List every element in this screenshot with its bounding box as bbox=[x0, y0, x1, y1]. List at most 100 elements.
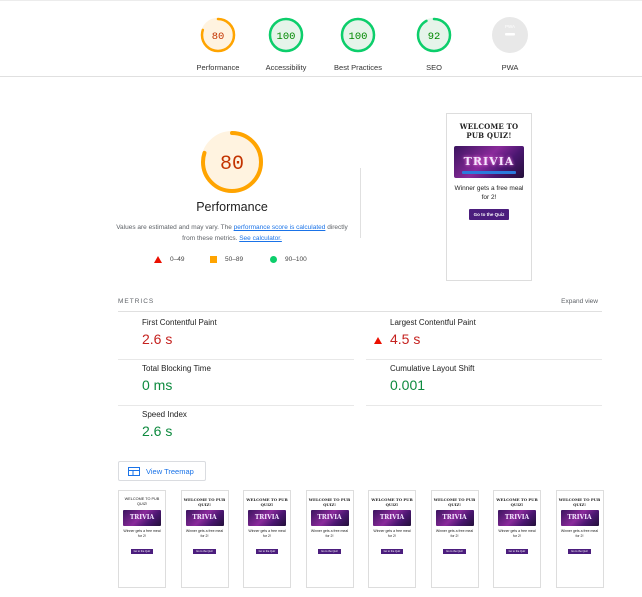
trivia-banner-image: TRIVIA bbox=[454, 146, 524, 178]
frame-banner-text: TRIVIA bbox=[379, 514, 405, 521]
frame-banner-image: TRIVIA bbox=[248, 510, 286, 526]
frame-body: Winner gets a free meal for 2! bbox=[248, 529, 286, 538]
performance-score-link[interactable]: performance score is calculated bbox=[234, 224, 326, 231]
frame-body: Winner gets a free meal for 2! bbox=[560, 529, 599, 538]
frame-button: Go to the Quiz bbox=[443, 549, 466, 554]
frame-button: Go to the Quiz bbox=[568, 549, 591, 554]
frame-button: Go to the Quiz bbox=[255, 549, 279, 554]
metric-name: Cumulative Layout Shift bbox=[390, 364, 475, 373]
divider bbox=[360, 168, 361, 238]
metric-value: 0 ms bbox=[142, 377, 173, 393]
gauge-accessibility[interactable]: 100 Accessibility bbox=[246, 15, 326, 72]
frame-button: Go to the Quiz bbox=[505, 549, 529, 554]
screenshot-button: Go to the Quiz bbox=[468, 209, 510, 220]
frame-body: Winner gets a free meal for 2! bbox=[498, 529, 536, 538]
frame-banner-image: TRIVIA bbox=[123, 510, 161, 526]
performance-description: Values are estimated and may vary. The p… bbox=[112, 222, 352, 244]
frame-heading: WELCOME TO PUB QUIZ! bbox=[558, 497, 601, 507]
frame-button: Go to the Quiz bbox=[318, 549, 341, 554]
square-icon bbox=[210, 256, 217, 263]
frame-banner-text: TRIVIA bbox=[567, 514, 592, 521]
treemap-icon bbox=[128, 466, 140, 476]
gauge-seo[interactable]: 92 SEO bbox=[394, 15, 474, 72]
frame-body: Winner gets a free meal for 2! bbox=[310, 529, 349, 538]
frame-banner-image: TRIVIA bbox=[560, 510, 599, 526]
gauge-score: 80 bbox=[212, 31, 225, 43]
metric-largest-contentful-paint: Largest Contentful Paint 4.5 s bbox=[366, 314, 602, 360]
frame-banner-text: TRIVIA bbox=[504, 514, 530, 521]
frame-banner-image: TRIVIA bbox=[435, 510, 474, 526]
legend-pass-label: 90–100 bbox=[285, 256, 307, 263]
frame-button: Go to the Quiz bbox=[130, 549, 154, 554]
performance-score: 80 bbox=[220, 153, 244, 176]
circle-icon bbox=[270, 256, 277, 263]
frame-heading: WELCOME TO PUB QUIZ! bbox=[183, 497, 226, 507]
gauge-label: PWA bbox=[501, 63, 519, 72]
filmstrip-frame: WELCOME TO PUB QUIZ! TRIVIA Winner gets … bbox=[180, 490, 229, 588]
triangle-icon bbox=[154, 256, 162, 263]
metrics-header: METRICS Expand view bbox=[118, 298, 602, 312]
filmstrip: WELCOME TO PUB QUIZ! TRIVIA Winner gets … bbox=[118, 490, 608, 590]
performance-gauge: 80 bbox=[198, 128, 266, 196]
view-treemap-label: View Treemap bbox=[146, 466, 194, 476]
legend-fail: 0–49 bbox=[154, 256, 184, 263]
gauge-score: 100 bbox=[349, 31, 368, 43]
frame-banner-image: TRIVIA bbox=[185, 510, 224, 526]
frame-banner-text: TRIVIA bbox=[317, 514, 342, 521]
frame-banner-text: TRIVIA bbox=[254, 514, 280, 521]
frame-body: Winner gets a free meal for 2! bbox=[185, 529, 224, 538]
frame-button: Go to the Quiz bbox=[380, 549, 404, 554]
gauge-score: 92 bbox=[428, 31, 441, 43]
frame-banner-image: TRIVIA bbox=[498, 510, 536, 526]
gauge-label: SEO bbox=[426, 63, 442, 72]
metric-name: Speed Index bbox=[142, 410, 187, 419]
metric-name: Total Blocking Time bbox=[142, 364, 211, 373]
expand-view-toggle[interactable]: Expand view bbox=[561, 298, 598, 305]
frame-heading: WELCOME TO PUB QUIZ! bbox=[496, 497, 538, 507]
gauge-label: Accessibility bbox=[265, 63, 307, 72]
calculator-link[interactable]: See calculator. bbox=[239, 235, 282, 242]
filmstrip-frame: WELCOME TO PUB QUIZ! TRIVIA Winner gets … bbox=[368, 490, 416, 588]
frame-heading: WELCOME TO PUB QUIZ! bbox=[433, 497, 476, 507]
metric-value: 4.5 s bbox=[390, 331, 421, 347]
view-treemap-button[interactable]: View Treemap bbox=[118, 461, 206, 481]
filmstrip-frame: WELCOME TO PUB QUIZ! TRIVIA Winner gets … bbox=[305, 490, 354, 588]
gauge-score: 100 bbox=[277, 31, 296, 43]
metric-speed-index: Speed Index 2.6 s bbox=[118, 406, 354, 452]
final-screenshot[interactable]: WELCOME TO PUB QUIZ! TRIVIA Winner gets … bbox=[446, 113, 532, 281]
legend-average: 50–89 bbox=[210, 256, 243, 263]
filmstrip-frame: WELCOME TO PUB QUIZ! TRIVIA Winner gets … bbox=[555, 490, 604, 588]
frame-heading: WELCOME TO PUB QUIZ! bbox=[124, 497, 160, 506]
frame-heading: WELCOME TO PUB QUIZ! bbox=[246, 497, 288, 507]
legend-pass: 90–100 bbox=[270, 256, 307, 263]
frame-banner-text: TRIVIA bbox=[129, 514, 155, 521]
gauge-best-practices[interactable]: 100 Best Practices bbox=[318, 15, 398, 72]
frame-button: Go to the Quiz bbox=[193, 549, 216, 554]
metric-total-blocking-time: Total Blocking Time 0 ms bbox=[118, 360, 354, 406]
legend-average-label: 50–89 bbox=[225, 256, 244, 263]
frame-body: Winner gets a free meal for 2! bbox=[123, 529, 161, 538]
frame-body: Winner gets a free meal for 2! bbox=[435, 529, 474, 538]
performance-title: Performance bbox=[196, 200, 268, 214]
legend-fail-label: 0–49 bbox=[170, 256, 185, 263]
filmstrip-frame: WELCOME TO PUB QUIZ! TRIVIA Winner gets … bbox=[243, 490, 291, 588]
metric-cumulative-layout-shift: Cumulative Layout Shift 0.001 bbox=[366, 360, 602, 406]
metric-first-contentful-paint: First Contentful Paint 2.6 s bbox=[118, 314, 354, 360]
description-text: Values are estimated and may vary. The bbox=[116, 224, 234, 231]
banner-text: TRIVIA bbox=[463, 155, 515, 168]
gauge-label: Best Practices bbox=[334, 63, 382, 72]
frame-banner-text: TRIVIA bbox=[442, 514, 467, 521]
score-summary-bar: 80 Performance 100 Accessibility 100 Bes… bbox=[0, 0, 642, 77]
gauge-pwa[interactable]: PWA PWA bbox=[470, 15, 550, 72]
frame-banner-image: TRIVIA bbox=[373, 510, 411, 526]
filmstrip-frame: WELCOME TO PUB QUIZ! TRIVIA Winner gets … bbox=[430, 490, 479, 588]
filmstrip-frame: WELCOME TO PUB QUIZ! TRIVIA Winner gets … bbox=[118, 490, 166, 588]
frame-heading: WELCOME TO PUB QUIZ! bbox=[308, 497, 351, 507]
screenshot-heading: WELCOME TO PUB QUIZ! bbox=[459, 122, 519, 140]
frame-heading: WELCOME TO PUB QUIZ! bbox=[371, 497, 413, 507]
metric-value: 2.6 s bbox=[142, 423, 173, 439]
banner-strip bbox=[462, 171, 516, 174]
filmstrip-frame: WELCOME TO PUB QUIZ! TRIVIA Winner gets … bbox=[493, 490, 541, 588]
metric-name: Largest Contentful Paint bbox=[390, 318, 476, 327]
metrics-title: METRICS bbox=[118, 298, 155, 305]
